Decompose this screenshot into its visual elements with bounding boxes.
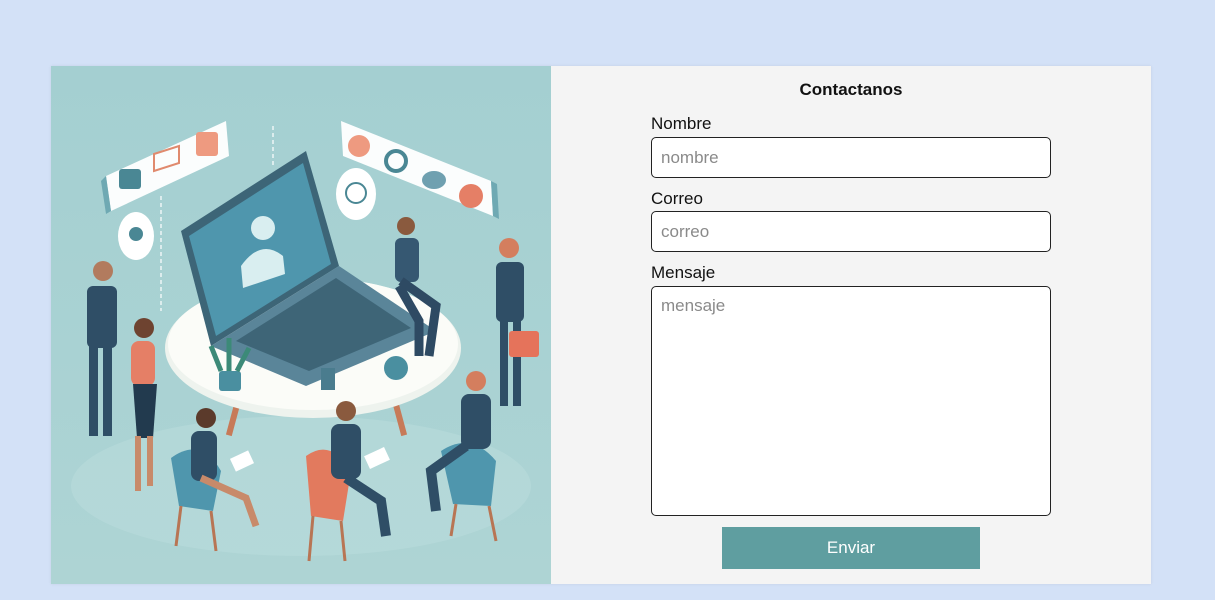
- message-textarea[interactable]: [651, 286, 1051, 516]
- email-label: Correo: [651, 189, 703, 208]
- calendar-icon: [196, 132, 218, 156]
- submit-button[interactable]: Enviar: [722, 527, 980, 569]
- user-avatar-icon: [251, 216, 275, 240]
- name-input[interactable]: [651, 137, 1051, 178]
- pin-icon: [459, 184, 483, 208]
- chat-bubble-icon: [119, 169, 141, 189]
- person-standing-right: [496, 238, 539, 406]
- cloud-icon: [422, 171, 446, 189]
- fingerprint-bubble: [336, 168, 376, 220]
- message-label: Mensaje: [651, 263, 716, 282]
- email-input[interactable]: [651, 211, 1051, 252]
- small-bubble: [118, 212, 154, 260]
- person-standing-left: [87, 261, 117, 436]
- team-meeting-illustration: [51, 66, 551, 584]
- left-icon-panel: [101, 121, 229, 214]
- form-title: Contactanos: [799, 80, 903, 99]
- headset-icon: [348, 135, 370, 157]
- name-label: Nombre: [651, 114, 712, 133]
- contact-card: Contactanos Nombre Correo Mensaje Enviar: [51, 66, 1151, 584]
- contact-form: Contactanos Nombre Correo Mensaje Enviar: [551, 66, 1151, 584]
